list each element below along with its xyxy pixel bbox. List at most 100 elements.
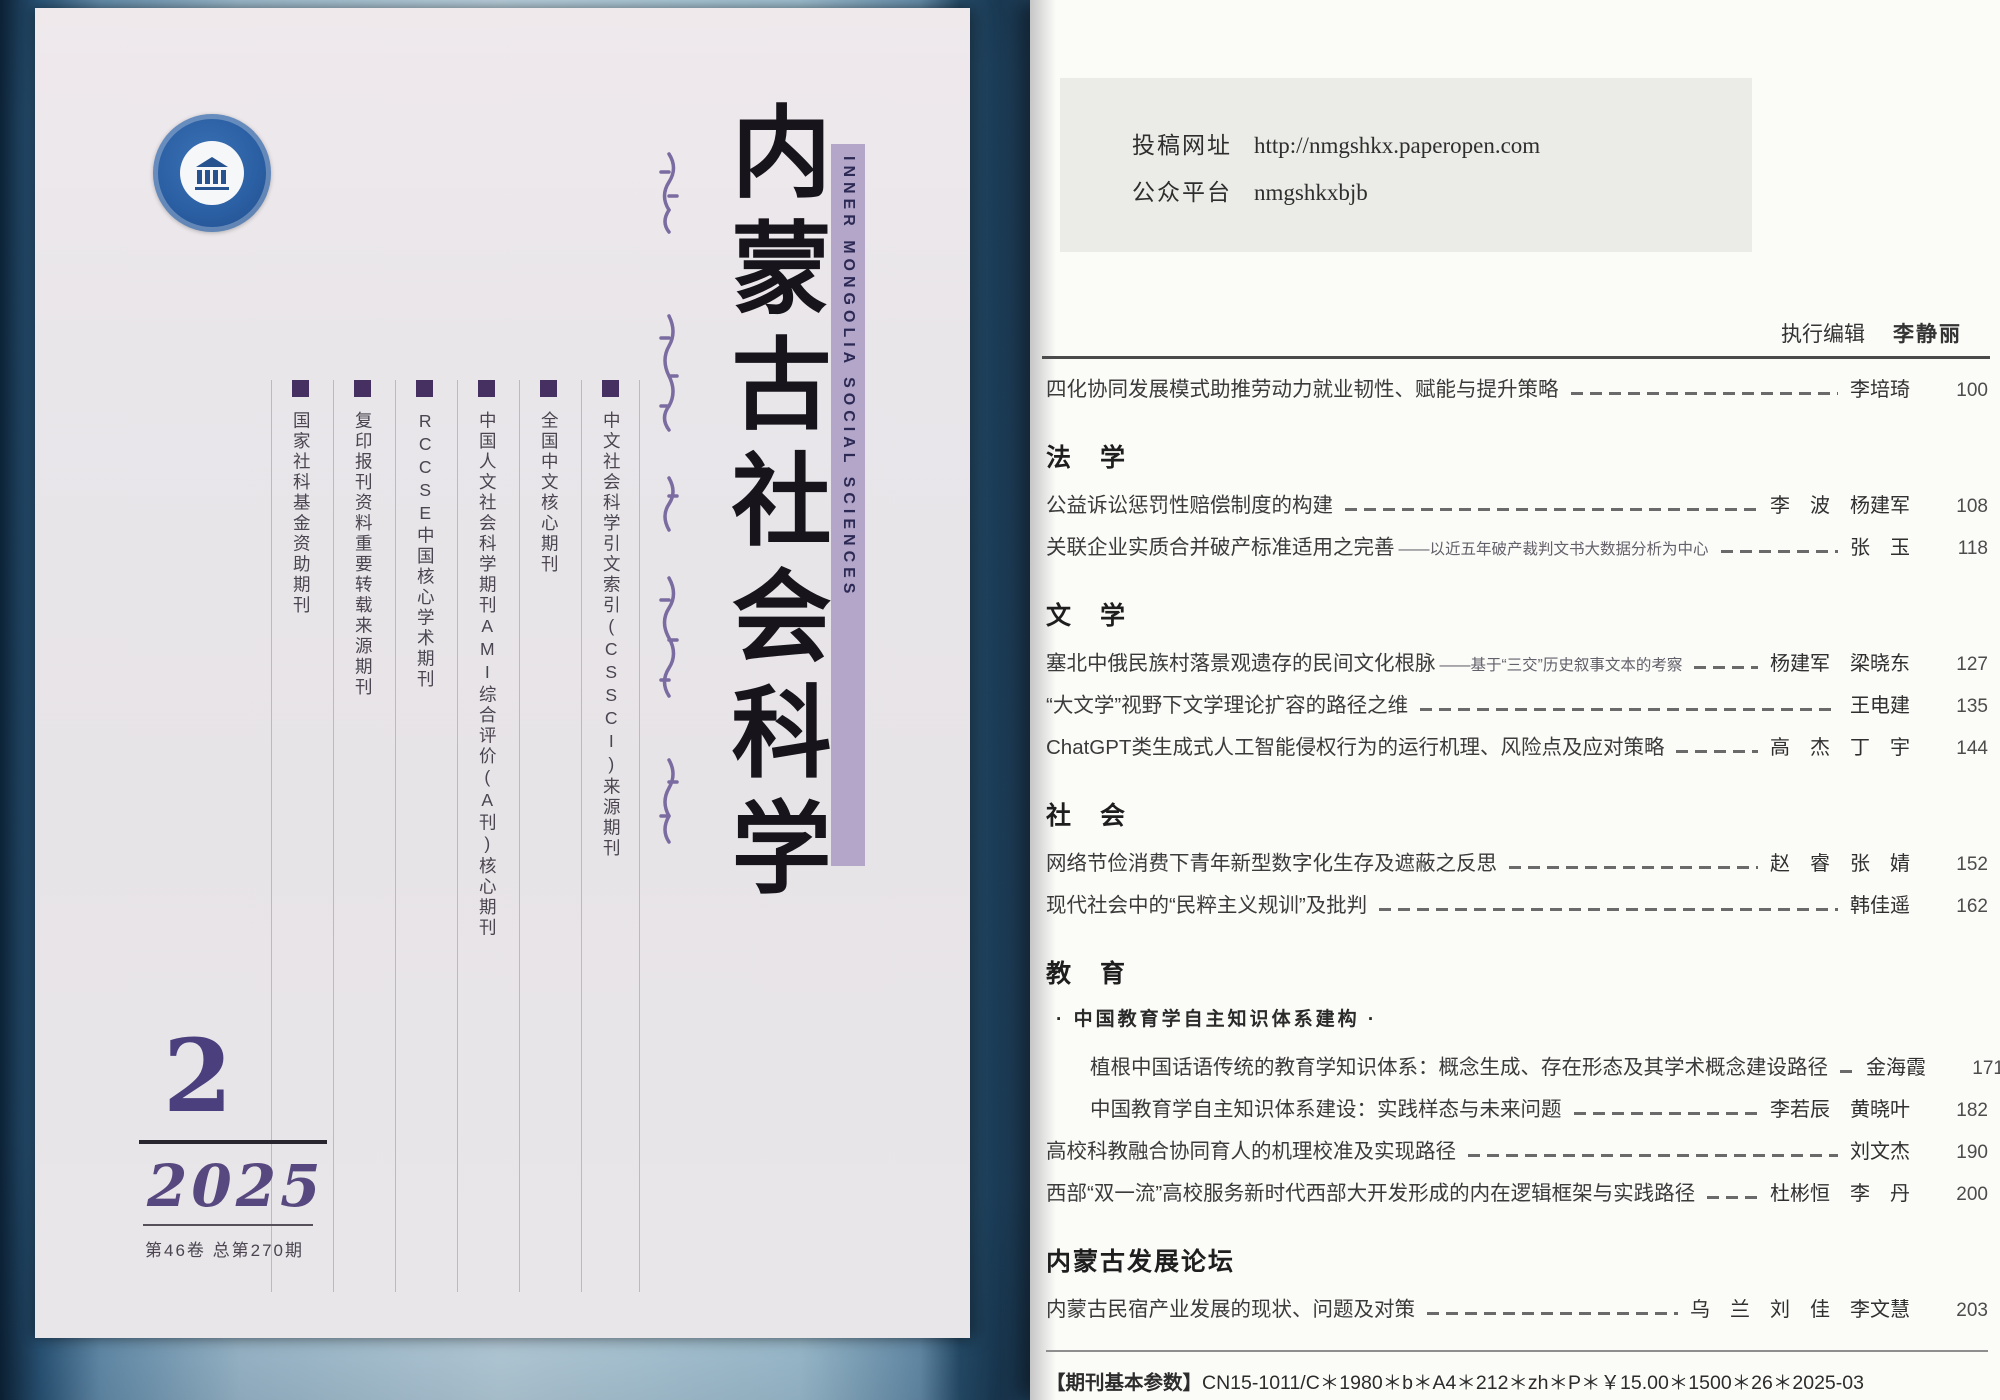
entry-page: 190 bbox=[1940, 1142, 1988, 1164]
entry-page: 171 bbox=[1956, 1058, 2000, 1080]
entry-authors: 赵 睿 张 婧 bbox=[1770, 847, 1910, 876]
submission-site-label: 投稿网址 bbox=[1132, 132, 1232, 158]
seal-roof-shape bbox=[196, 157, 228, 167]
seal-emblem bbox=[180, 141, 244, 205]
journal-parameters-line: 【期刊基本参数】CN15-1011/C＊1980＊b＊A4＊212＊zh＊P＊￥… bbox=[1046, 1366, 1988, 1395]
toc-entry[interactable]: 西部“双一流”高校服务新时代西部大开发形成的内在逻辑框架与实践路径 杜彬恒 李 丹… bbox=[1046, 1176, 1988, 1218]
submission-site-url[interactable]: http://nmgshkx.paperopen.com bbox=[1254, 133, 1540, 158]
dash-leader bbox=[1379, 908, 1838, 911]
accolade-columns: 国家社科基金资助期刊复印报刊资料重要转载来源期刊RCCSE中国核心学术期刊中国人… bbox=[271, 380, 640, 1292]
english-title-strip: INNER MONGOLIA SOCIAL SCIENCES bbox=[831, 144, 865, 866]
bullet-square-icon bbox=[602, 380, 619, 397]
dash-leader bbox=[1468, 1154, 1838, 1157]
bullet-square-icon bbox=[416, 380, 433, 397]
bullet-square-icon bbox=[478, 380, 495, 397]
entry-subtitle: ——基于“三交”历史叙事文本的考察 bbox=[1440, 653, 1683, 675]
bullet-square-icon bbox=[354, 380, 371, 397]
toc-entry[interactable]: 网络节俭消费下青年新型数字化生存及遮蔽之反思 赵 睿 张 婧 152 bbox=[1046, 846, 1988, 888]
toc-entry[interactable]: 内蒙古民宿产业发展的现状、问题及对策乌 兰 刘 佳 李文慧203 bbox=[1046, 1292, 1988, 1334]
entry-page: 118 bbox=[1940, 538, 1988, 560]
entry-title: 四化协同发展模式助推劳动力就业韧性、赋能与提升策略 bbox=[1046, 372, 1559, 402]
accolade-text: RCCSE中国核心学术期刊 bbox=[416, 411, 434, 690]
toc-entry[interactable]: “大文学”视野下文学理论扩容的路径之维王电建135 bbox=[1046, 688, 1988, 730]
toc-entry[interactable]: 四化协同发展模式助推劳动力就业韧性、赋能与提升策略 李培琦 100 bbox=[1046, 372, 1988, 414]
entry-subtitle: ——以近五年破产裁判文书大数据分析为中心 bbox=[1399, 537, 1709, 559]
accolade-text: 中文社会科学引文索引(CSSCI)来源期刊 bbox=[602, 411, 620, 859]
issue-year: 2025 bbox=[147, 1152, 324, 1220]
toc-entry[interactable]: 公益诉讼惩罚性赔偿制度的构建李 波 杨建军108 bbox=[1046, 488, 1988, 530]
entry-page: 182 bbox=[1940, 1100, 1988, 1122]
wechat-row: 公众平台nmgshkxbjb bbox=[1132, 169, 1752, 216]
entry-title: 塞北中俄民族村落景观遗存的民间文化根脉 bbox=[1046, 646, 1436, 676]
editor-label: 执行编辑 bbox=[1781, 323, 1865, 346]
section-header: 法 学 bbox=[1046, 438, 1988, 474]
entry-authors: 张 玉 bbox=[1850, 531, 1910, 560]
submission-site-row: 投稿网址 http://nmgshkx.paperopen.com bbox=[1132, 122, 1752, 169]
dash-leader bbox=[1345, 508, 1758, 511]
toc-entry[interactable]: ChatGPT类生成式人工智能侵权行为的运行机理、风险点及应对策略 高 杰 丁 宇… bbox=[1046, 730, 1988, 772]
entry-page: 152 bbox=[1940, 854, 1988, 876]
header-rule bbox=[1042, 356, 1990, 359]
accolade-column: 中文社会科学引文索引(CSSCI)来源期刊 bbox=[581, 380, 640, 1292]
submission-notice-box: 投稿网址 http://nmgshkx.paperopen.com 公众平台nmg… bbox=[1060, 78, 1752, 252]
entry-page: 135 bbox=[1940, 696, 1988, 718]
entry-title: 西部“双一流”高校服务新时代西部大开发形成的内在逻辑框架与实践路径 bbox=[1046, 1176, 1695, 1206]
accolade-column: 中国人文社会科学期刊AMI综合评价(A刊)核心期刊 bbox=[457, 380, 515, 1292]
toc-entry[interactable]: 高校科教融合协同育人的机理校准及实现路径 刘文杰 190 bbox=[1046, 1134, 1988, 1176]
accolade-column: RCCSE中国核心学术期刊 bbox=[395, 380, 453, 1292]
entry-title: 现代社会中的“民粹主义规训”及批判 bbox=[1046, 888, 1367, 918]
toc-entry[interactable]: 关联企业实质合并破产标准适用之完善——以近五年破产裁判文书大数据分析为中心张 玉… bbox=[1046, 530, 1988, 572]
entry-authors: 杜彬恒 李 丹 bbox=[1770, 1177, 1910, 1206]
accolade-text: 全国中文核心期刊 bbox=[540, 411, 558, 575]
entry-authors: 刘文杰 bbox=[1850, 1135, 1910, 1164]
entry-page: 127 bbox=[1940, 654, 1988, 676]
dash-leader bbox=[1676, 750, 1758, 753]
dash-leader bbox=[1694, 666, 1758, 669]
journal-title-vertical: 内蒙古社会科学 bbox=[723, 100, 823, 1060]
entry-title: 植根中国话语传统的教育学知识体系：概念生成、存在形态及其学术概念建设路径 bbox=[1090, 1050, 1828, 1080]
entry-page: 203 bbox=[1940, 1300, 1988, 1322]
dash-leader bbox=[1509, 866, 1758, 869]
entry-title: 中国教育学自主知识体系建设：实践样态与未来问题 bbox=[1090, 1092, 1562, 1122]
entry-authors: 高 杰 丁 宇 bbox=[1770, 731, 1910, 760]
entry-page: 200 bbox=[1940, 1184, 1988, 1206]
toc-page: 投稿网址 http://nmgshkx.paperopen.com 公众平台nmg… bbox=[1030, 0, 2000, 1400]
entry-title: ChatGPT类生成式人工智能侵权行为的运行机理、风险点及应对策略 bbox=[1046, 730, 1664, 760]
section-subheader: · 中国教育学自主知识体系建构 · bbox=[1046, 1004, 1988, 1044]
volume-note: 第46卷 总第270期 bbox=[145, 1236, 304, 1261]
toc-entry[interactable]: 植根中国话语传统的教育学知识体系：概念生成、存在形态及其学术概念建设路径金海霞1… bbox=[1046, 1050, 1988, 1092]
journal-seal-icon bbox=[153, 114, 271, 232]
accolade-text: 中国人文社会科学期刊AMI综合评价(A刊)核心期刊 bbox=[478, 411, 496, 939]
seal-base-line bbox=[195, 187, 229, 190]
entry-authors: 韩佳遥 bbox=[1850, 889, 1910, 918]
entry-title: 网络节俭消费下青年新型数字化生存及遮蔽之反思 bbox=[1046, 846, 1497, 876]
toc-entry[interactable]: 现代社会中的“民粹主义规训”及批判 韩佳遥 162 bbox=[1046, 888, 1988, 930]
entry-authors: 金海霞 bbox=[1866, 1051, 1926, 1080]
dash-leader bbox=[1840, 1070, 1854, 1073]
accolade-text: 复印报刊资料重要转载来源期刊 bbox=[354, 411, 372, 698]
executive-editor-line: 执行编辑 李静丽 bbox=[1781, 318, 1962, 348]
entry-authors: 杨建军 梁晓东 bbox=[1770, 647, 1910, 676]
entry-page: 100 bbox=[1940, 380, 1988, 402]
entry-page: 162 bbox=[1940, 896, 1988, 918]
toc-entry[interactable]: 中国教育学自主知识体系建设：实践样态与未来问题李若辰 黄晓叶182 bbox=[1046, 1092, 1988, 1134]
entry-page: 108 bbox=[1940, 496, 1988, 518]
bullet-square-icon bbox=[540, 380, 557, 397]
section-header: 教 育 bbox=[1046, 954, 1988, 990]
section-header: 社 会 bbox=[1046, 796, 1988, 832]
dash-leader bbox=[1721, 550, 1838, 553]
english-title-text: INNER MONGOLIA SOCIAL SCIENCES bbox=[839, 156, 857, 866]
toc-entry[interactable]: 塞北中俄民族村落景观遗存的民间文化根脉——基于“三交”历史叙事文本的考察 杨建军 … bbox=[1046, 646, 1988, 688]
editor-name: 李静丽 bbox=[1893, 323, 1962, 346]
accolade-column: 复印报刊资料重要转载来源期刊 bbox=[333, 380, 391, 1292]
issue-number: 2 bbox=[163, 1026, 233, 1126]
entry-title: 高校科教融合协同育人的机理校准及实现路径 bbox=[1046, 1134, 1456, 1164]
entry-title: 内蒙古民宿产业发展的现状、问题及对策 bbox=[1046, 1292, 1415, 1322]
entry-page: 144 bbox=[1940, 738, 1988, 760]
entry-authors: 李培琦 bbox=[1850, 373, 1910, 402]
seal-columns-shape bbox=[197, 170, 227, 184]
dash-leader bbox=[1707, 1196, 1758, 1199]
dash-leader bbox=[1420, 708, 1838, 711]
issue-divider-top bbox=[139, 1140, 327, 1144]
footer-rule bbox=[1046, 1350, 1988, 1352]
